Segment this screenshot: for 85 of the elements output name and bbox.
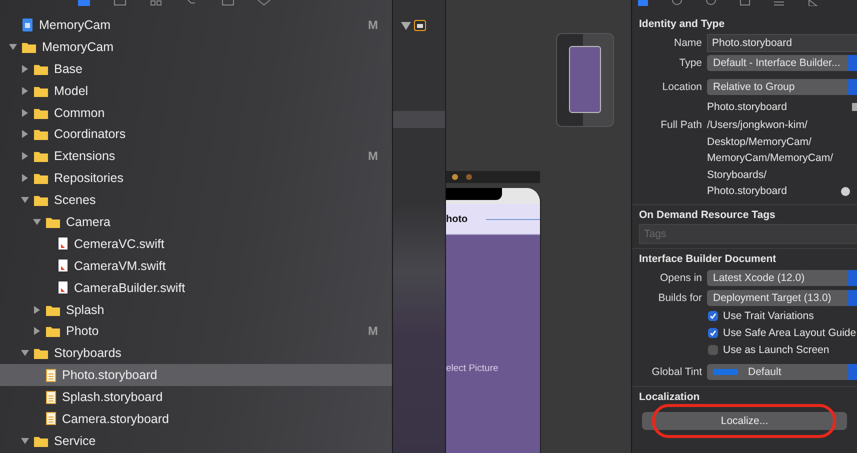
file-name-text: Photo.storyboard	[707, 100, 787, 115]
field-label: Name	[672, 37, 702, 49]
file-tree-item[interactable]: CemeraVC.swift	[0, 232, 392, 255]
disclosure-triangle-icon[interactable]	[20, 108, 30, 118]
opens-in-dropdown[interactable]: Latest Xcode (12.0)	[707, 270, 857, 286]
phone-notch	[446, 188, 502, 200]
symbol-tab-icon[interactable]	[150, 0, 162, 6]
global-tint-dropdown[interactable]: Default	[707, 364, 857, 380]
file-tree-item[interactable]: Base	[0, 58, 392, 80]
minimap-thumbnail[interactable]	[556, 33, 614, 127]
checkbox[interactable]	[708, 328, 718, 338]
disclosure-triangle-icon[interactable]	[401, 22, 411, 30]
full-path-text: /Users/jongkwon-kim/ Desktop/MemoryCam/ MemoryCam/MemoryCam/ Storyboards/ Photo.storyboard	[707, 118, 834, 199]
type-dropdown[interactable]: Default - Interface Builder...	[707, 55, 857, 71]
modified-status-label: M	[368, 149, 378, 164]
file-tree-item[interactable]: Scenes	[0, 189, 392, 212]
disclosure-triangle-icon[interactable]	[32, 326, 42, 336]
tint-swatch	[713, 368, 738, 375]
field-label: Type	[678, 57, 702, 69]
history-tab-icon[interactable]	[672, 0, 682, 6]
disclosure-triangle-icon[interactable]	[32, 304, 42, 315]
location-dropdown[interactable]: Relative to Group	[707, 79, 857, 95]
file-tree-item[interactable]: Photo M	[0, 320, 392, 342]
size-tab-icon[interactable]	[808, 0, 818, 6]
checkbox[interactable]	[708, 311, 718, 321]
field-label: Global Tint	[650, 366, 702, 378]
source-control-tab-icon[interactable]	[114, 0, 126, 6]
storyboard-file-icon	[46, 368, 56, 382]
field-label: Builds for	[657, 292, 702, 304]
localize-button[interactable]: Localize...	[642, 412, 847, 430]
file-tree-item[interactable]: CameraBuilder.swift	[0, 276, 392, 299]
swift-file-icon	[58, 259, 68, 272]
checkbox-option[interactable]: Use Trait Variations	[632, 308, 857, 324]
navigation-title: hoto	[446, 214, 468, 224]
file-tree-item[interactable]: MemoryCam	[0, 36, 392, 58]
file-tree-item[interactable]: Splash	[0, 298, 392, 320]
storyboard-file-icon	[46, 412, 56, 426]
select-picture-label: elect Picture	[446, 363, 500, 374]
disclosure-triangle-icon[interactable]	[20, 64, 30, 74]
section-title: On Demand Resource Tags	[638, 208, 776, 222]
disclosure-triangle-icon[interactable]	[20, 173, 30, 184]
scene-icon[interactable]	[414, 20, 426, 31]
identity-tab-icon[interactable]	[740, 0, 750, 6]
checkbox[interactable]	[708, 345, 718, 355]
project-file-icon	[22, 18, 33, 32]
disclosure-triangle-icon[interactable]	[20, 348, 30, 358]
field-label: Location	[661, 81, 702, 93]
file-tree-item[interactable]: Splash.storyboard	[0, 386, 392, 408]
name-field[interactable]: Photo.storyboard	[707, 34, 857, 52]
disclosure-triangle-icon[interactable]	[20, 195, 30, 206]
section-title: Identity and Type	[638, 17, 726, 32]
checkbox-option[interactable]: Use as Launch Screen	[632, 342, 857, 358]
disclosure-triangle-icon[interactable]	[20, 129, 30, 140]
file-tree-item[interactable]: Common	[0, 102, 392, 124]
file-tree-item[interactable]: Photo.storyboard	[0, 364, 392, 386]
section-title: Localization	[638, 390, 701, 404]
disclosure-triangle-icon[interactable]	[8, 42, 18, 52]
swift-file-icon	[58, 237, 68, 250]
attributes-tab-icon[interactable]	[774, 0, 784, 6]
warning-tab-icon[interactable]	[222, 0, 234, 6]
file-tree-item[interactable]: Camera.storyboard	[0, 408, 392, 430]
file-tree-item[interactable]: Storyboards	[0, 342, 392, 364]
file-tree-item[interactable]: Extensions M	[0, 145, 392, 168]
file-tree-item[interactable]: CameraVM.swift	[0, 254, 392, 277]
file-tree-item[interactable]: Camera	[0, 211, 392, 233]
builds-for-dropdown[interactable]: Deployment Target (13.0)	[707, 290, 857, 306]
modified-status-label: M	[368, 18, 378, 32]
file-tree-item[interactable]: MemoryCam M	[0, 14, 392, 36]
field-label: Opens in	[658, 272, 702, 284]
swift-file-icon	[58, 281, 68, 294]
disclosure-triangle-icon[interactable]	[20, 151, 30, 162]
disclosure-triangle-icon[interactable]	[20, 86, 30, 96]
help-tab-icon[interactable]	[706, 0, 716, 6]
field-label: Full Path	[660, 118, 702, 133]
test-tab-icon[interactable]	[258, 0, 270, 6]
file-tree-item[interactable]: Service	[0, 430, 392, 452]
checkbox-option[interactable]: Use Safe Area Layout Guide	[632, 324, 857, 342]
section-title: Interface Builder Document	[638, 252, 778, 266]
file-tree-item[interactable]: Model	[0, 80, 392, 102]
disclosure-triangle-icon[interactable]	[32, 216, 42, 227]
disclosure-triangle-icon[interactable]	[20, 436, 30, 446]
modified-status-label: M	[368, 324, 378, 338]
storyboard-file-icon	[46, 390, 56, 404]
file-tree-item[interactable]: Repositories	[0, 167, 392, 190]
file-tree-item[interactable]: Coordinators	[0, 123, 392, 146]
